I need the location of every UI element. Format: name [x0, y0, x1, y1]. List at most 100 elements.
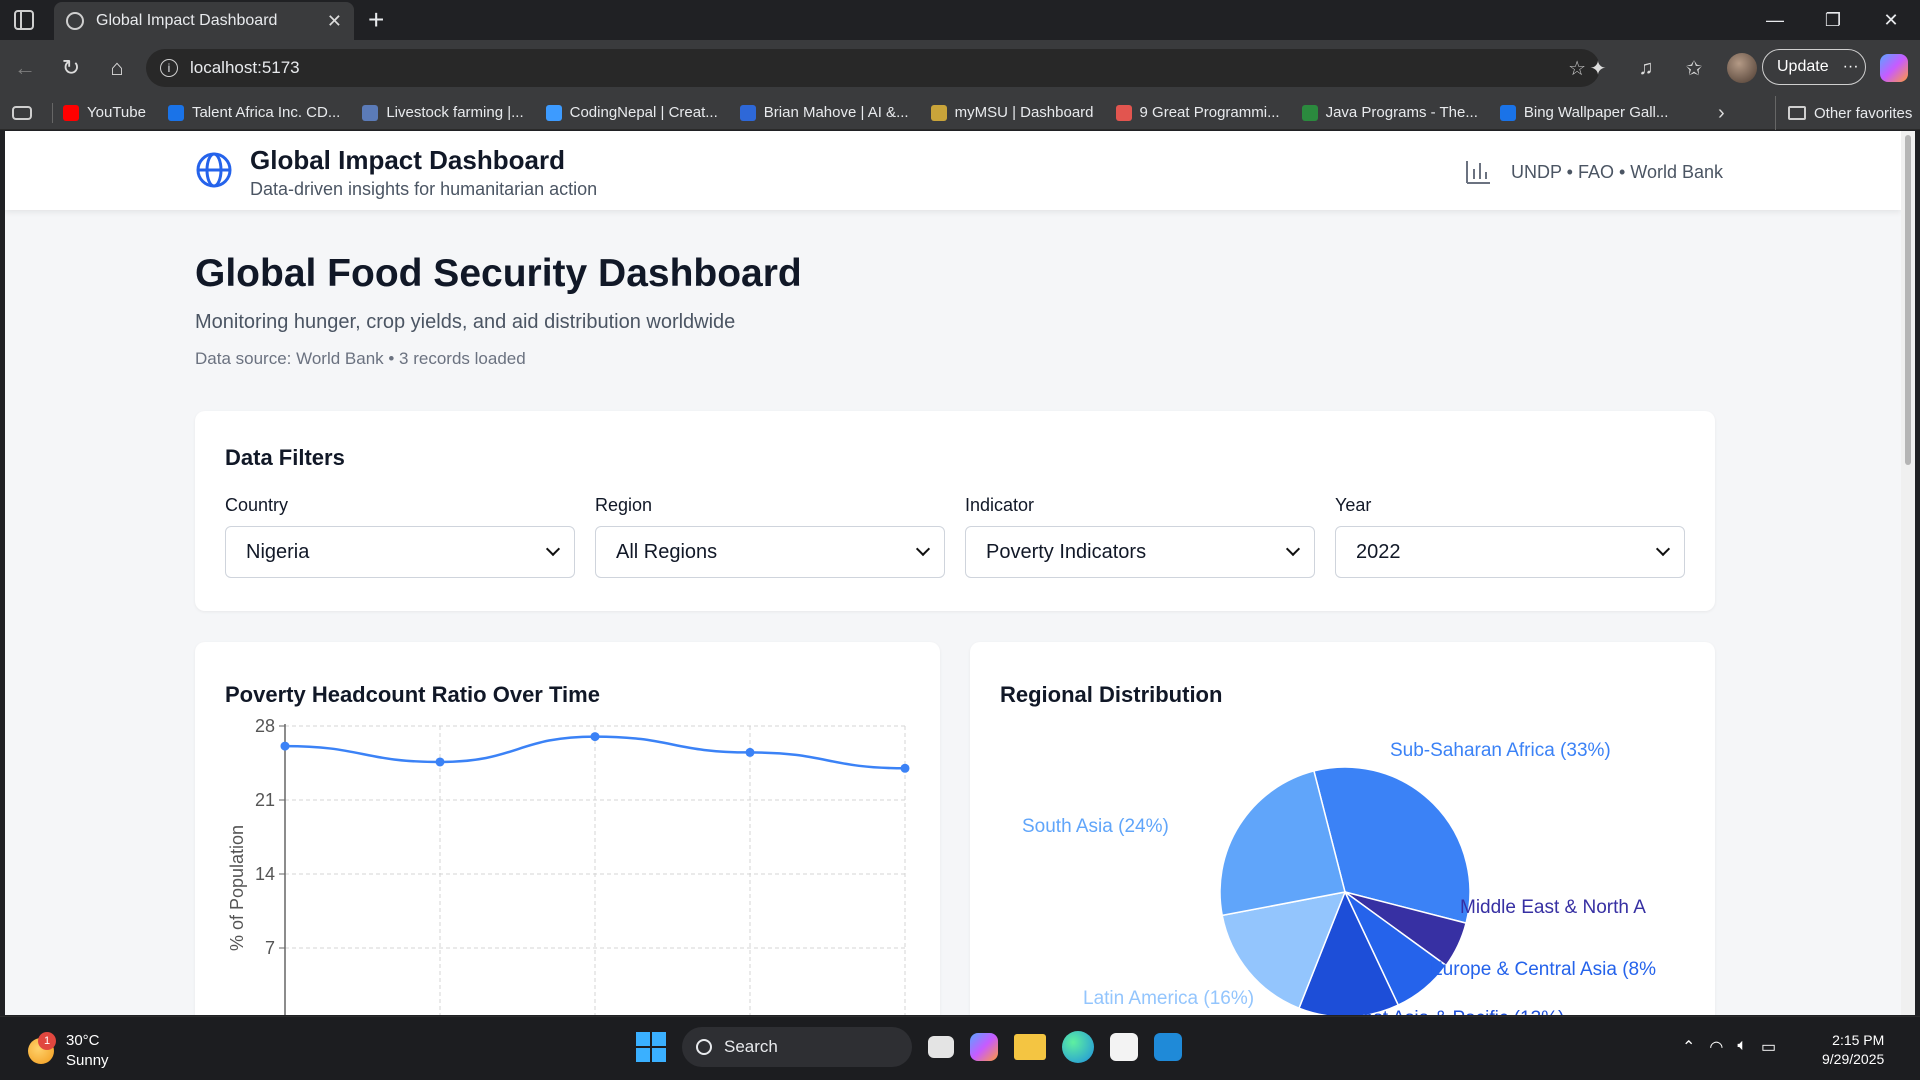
close-window-icon[interactable]: ✕ — [1862, 0, 1920, 40]
weather-widget[interactable]: 1 30°C Sunny — [28, 1031, 109, 1071]
clock[interactable]: 2:15 PM 9/29/2025 — [1822, 1031, 1884, 1069]
more-bookmarks-icon[interactable]: › — [1718, 102, 1725, 125]
bookmark-label: 9 Great Programmi... — [1139, 104, 1280, 121]
bookmarks-bar: YouTube Talent Africa Inc. CD... Livestock… — [0, 96, 1920, 130]
sun-icon: 1 — [28, 1032, 56, 1064]
wifi-icon[interactable]: ◠ — [1709, 1037, 1723, 1057]
country-label: Country — [225, 495, 289, 515]
data-source: Data source: World Bank • 3 records load… — [195, 349, 526, 368]
bookmark-label: Bing Wallpaper Gall... — [1523, 104, 1669, 121]
profile-avatar[interactable] — [1724, 49, 1760, 87]
divider — [52, 102, 53, 123]
year-select[interactable]: 2022 — [1335, 526, 1685, 578]
edge-icon[interactable] — [1062, 1031, 1094, 1063]
other-favorites[interactable]: Other favorites — [1775, 96, 1912, 130]
bookmark-favicon-icon — [1115, 104, 1132, 121]
minimize-icon[interactable]: — — [1746, 0, 1804, 40]
page-viewport: Global Impact Dashboard Data-driven insi… — [5, 131, 1915, 1015]
pie-slice-label: Europe & Central Asia (8% — [1430, 959, 1656, 980]
bookmark-item[interactable]: myMSU | Dashboard — [930, 104, 1094, 121]
home-icon[interactable]: ⌂ — [96, 47, 138, 89]
back-icon[interactable]: ← — [4, 47, 46, 89]
url-text: localhost:5173 — [190, 58, 300, 77]
data-point — [745, 747, 755, 757]
search-label: Search — [724, 1037, 778, 1056]
update-label: Update — [1777, 58, 1829, 75]
site-title: Global Impact Dashboard — [250, 145, 565, 175]
chevron-up-icon[interactable]: ⌃ — [1682, 1037, 1695, 1057]
taskbar-search[interactable]: Search — [682, 1027, 912, 1067]
filters-title: Data Filters — [225, 445, 345, 470]
filters-card: Data Filters Country Nigeria Region All … — [195, 411, 1715, 611]
start-icon[interactable] — [636, 1032, 666, 1062]
refresh-icon[interactable]: ↻ — [50, 47, 92, 89]
task-view-icon[interactable] — [928, 1036, 954, 1058]
extensions-icon[interactable]: ✦ — [1580, 49, 1616, 87]
indicator-value: Poverty Indicators — [986, 540, 1147, 563]
bookmark-label: myMSU | Dashboard — [954, 104, 1094, 121]
data-point — [590, 732, 600, 742]
country-value: Nigeria — [246, 540, 310, 563]
folder-icon — [1788, 106, 1806, 120]
bookmark-favicon-icon — [739, 104, 756, 121]
file-explorer-icon[interactable] — [1014, 1034, 1046, 1060]
bookmark-item[interactable]: Talent Africa Inc. CD... — [167, 104, 340, 121]
region-value: All Regions — [616, 540, 718, 563]
close-tab-icon[interactable]: ✕ — [327, 11, 342, 32]
new-tab-button[interactable]: + — [368, 4, 384, 36]
tab-title: Global Impact Dashboard — [96, 12, 278, 29]
vscode-icon[interactable] — [1154, 1033, 1182, 1061]
bookmark-item[interactable]: Bing Wallpaper Gall... — [1499, 104, 1669, 121]
restore-icon[interactable]: ❐ — [1804, 0, 1862, 40]
scrollbar-thumb[interactable] — [1905, 135, 1911, 465]
region-select[interactable]: All Regions — [595, 526, 945, 578]
bookmark-item[interactable]: Brian Mahove | AI &... — [739, 104, 909, 121]
tab-actions-icon[interactable] — [14, 10, 34, 30]
bookmark-label: Livestock farming |... — [386, 104, 524, 121]
battery-icon[interactable]: ▭ — [1761, 1037, 1776, 1057]
indicator-select[interactable]: Poverty Indicators — [965, 526, 1315, 578]
weather-condition: Sunny — [66, 1052, 109, 1069]
taskbar: 1 30°C Sunny Search ⌃ ◠ 🔈︎ ▭ 2:15 PM 9/2… — [0, 1016, 1920, 1080]
partner-orgs: UNDP • FAO • World Bank — [1465, 159, 1723, 185]
page-description: Monitoring hunger, crop yields, and aid … — [195, 311, 736, 333]
copilot-app-icon[interactable] — [970, 1033, 998, 1061]
year-filter: Year 2022 — [1335, 495, 1685, 578]
pie-slice-label: Sub-Saharan Africa (33%) — [1390, 740, 1611, 761]
bookmark-favicon-icon — [1499, 104, 1516, 121]
indicator-label: Indicator — [965, 495, 1035, 515]
bookmark-item[interactable]: Livestock farming |... — [362, 104, 524, 121]
pie-slice-label: East Asia & Pacific (13%) — [1350, 1008, 1564, 1015]
site-info-icon[interactable]: i — [160, 59, 178, 77]
country-select[interactable]: Nigeria — [225, 526, 575, 578]
line-chart: 7 14 21 28 % of Population — [227, 716, 910, 1015]
window-controls: — ❐ ✕ — [1746, 0, 1920, 40]
bookmark-item[interactable]: YouTube — [63, 104, 146, 121]
system-tray: ⌃ ◠ 🔈︎ ▭ — [1682, 1037, 1776, 1057]
store-icon[interactable] — [1110, 1033, 1138, 1061]
media-icon[interactable]: ♫ — [1628, 49, 1664, 87]
data-point — [280, 741, 290, 751]
chevron-down-icon — [1285, 541, 1301, 557]
address-bar[interactable]: i localhost:5173 ☆ — [146, 49, 1600, 87]
notification-badge: 1 — [38, 1032, 56, 1050]
bookmark-item[interactable]: 9 Great Programmi... — [1115, 104, 1280, 121]
favorites-icon[interactable]: ✩ — [1676, 49, 1712, 87]
search-icon — [696, 1039, 712, 1055]
more-icon[interactable]: ··· — [1843, 58, 1859, 76]
page-scrollbar[interactable] — [1901, 131, 1915, 1015]
chevron-down-icon — [915, 541, 931, 557]
pie-slice-label: Latin America (16%) — [1083, 988, 1254, 1009]
bookmark-label: Java Programs - The... — [1325, 104, 1478, 121]
copilot-icon[interactable] — [1880, 54, 1908, 82]
bookmark-favicon-icon — [63, 104, 79, 121]
apps-icon[interactable] — [12, 105, 32, 120]
volume-icon[interactable]: 🔈︎ — [1737, 1037, 1747, 1057]
y-axis-label: % of Population — [227, 825, 247, 951]
bookmark-item[interactable]: Java Programs - The... — [1301, 104, 1478, 121]
bar-chart-icon — [1466, 161, 1490, 184]
browser-tab[interactable]: Global Impact Dashboard ✕ — [54, 2, 354, 40]
bookmark-favicon-icon — [362, 104, 379, 121]
update-button[interactable]: Update ··· — [1762, 49, 1866, 85]
bookmark-item[interactable]: CodingNepal | Creat... — [545, 104, 718, 121]
